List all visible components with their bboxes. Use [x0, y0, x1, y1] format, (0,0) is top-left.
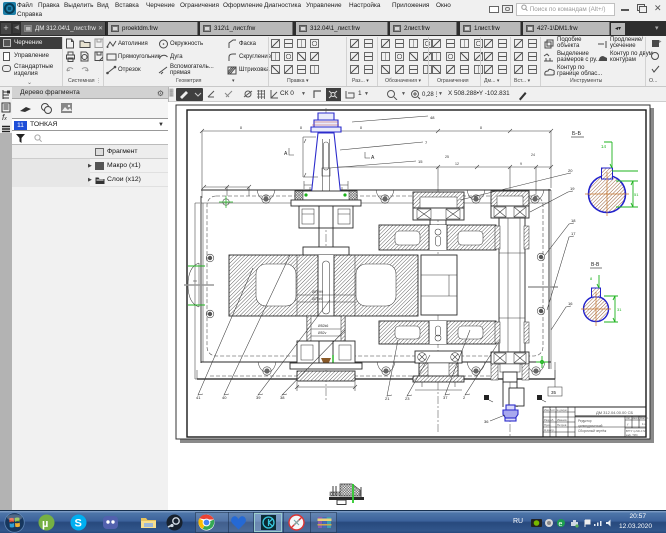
svg-text:39: 39 — [256, 395, 261, 400]
svg-text:19: 19 — [570, 186, 575, 191]
svg-text:23: 23 — [405, 396, 410, 401]
svg-text:Иванов: Иванов — [557, 418, 567, 422]
svg-text:каф. ТМС: каф. ТМС — [626, 433, 638, 437]
svg-text:31: 31 — [617, 307, 622, 312]
svg-text:µ: µ — [42, 518, 48, 530]
svg-text:40: 40 — [222, 395, 227, 400]
svg-text:e: e — [559, 521, 563, 528]
svg-text:21: 21 — [385, 396, 390, 401]
svg-text:Разраб.: Разраб. — [544, 418, 554, 422]
svg-text:Редуктор: Редуктор — [578, 419, 592, 423]
svg-text:Пров.: Пров. — [544, 423, 552, 427]
svg-text:S: S — [75, 518, 82, 530]
svg-text:24: 24 — [531, 153, 535, 157]
svg-text:8: 8 — [360, 126, 362, 130]
svg-text:ВГТУ гр.МС-172: ВГТУ гр.МС-172 — [626, 429, 646, 433]
svg-text:В-В: В-В — [591, 262, 600, 268]
svg-text:Ø52v: Ø52v — [318, 331, 327, 335]
svg-text:38: 38 — [280, 395, 285, 400]
svg-text:17: 17 — [571, 231, 576, 236]
svg-text:15: 15 — [418, 159, 423, 164]
svg-text:35: 35 — [551, 390, 557, 395]
svg-text:14: 14 — [601, 144, 607, 149]
svg-text:12: 12 — [455, 162, 459, 166]
svg-text:1:2: 1:2 — [642, 422, 646, 426]
svg-text:9: 9 — [520, 162, 522, 166]
svg-text:Петров: Петров — [557, 423, 567, 427]
svg-text:Ø52k6: Ø52k6 — [318, 324, 328, 328]
svg-text:16: 16 — [568, 301, 573, 306]
svg-text:36: 36 — [484, 419, 489, 424]
svg-text:Ø75x9: Ø75x9 — [312, 297, 322, 301]
svg-text:25: 25 — [445, 155, 449, 159]
svg-text:Ø75H9: Ø75H9 — [312, 290, 323, 294]
svg-text:Лит. Масса Масшт.: Лит. Масса Масшт. — [626, 416, 649, 420]
svg-text:41: 41 — [196, 395, 201, 400]
svg-text:18: 18 — [571, 218, 576, 223]
svg-text:48: 48 — [430, 115, 435, 120]
svg-text:51: 51 — [634, 192, 639, 197]
svg-text:Сборочный чертёж: Сборочный чертёж — [578, 429, 607, 433]
svg-text:ДМ 312.04.00.00 СБ: ДМ 312.04.00.00 СБ — [596, 410, 634, 415]
svg-text:Изм Лист № докум.: Изм Лист № докум. — [544, 408, 568, 412]
svg-text:37: 37 — [443, 395, 448, 400]
svg-text:8: 8 — [300, 126, 302, 130]
svg-text:8: 8 — [240, 126, 242, 130]
svg-text:Б-Б: Б-Б — [572, 131, 581, 137]
svg-text:20: 20 — [568, 168, 573, 173]
svg-text:Н.контр.: Н.контр. — [544, 428, 555, 432]
svg-text:8: 8 — [480, 126, 482, 130]
svg-text:цилиндрический: цилиндрический — [578, 424, 603, 428]
